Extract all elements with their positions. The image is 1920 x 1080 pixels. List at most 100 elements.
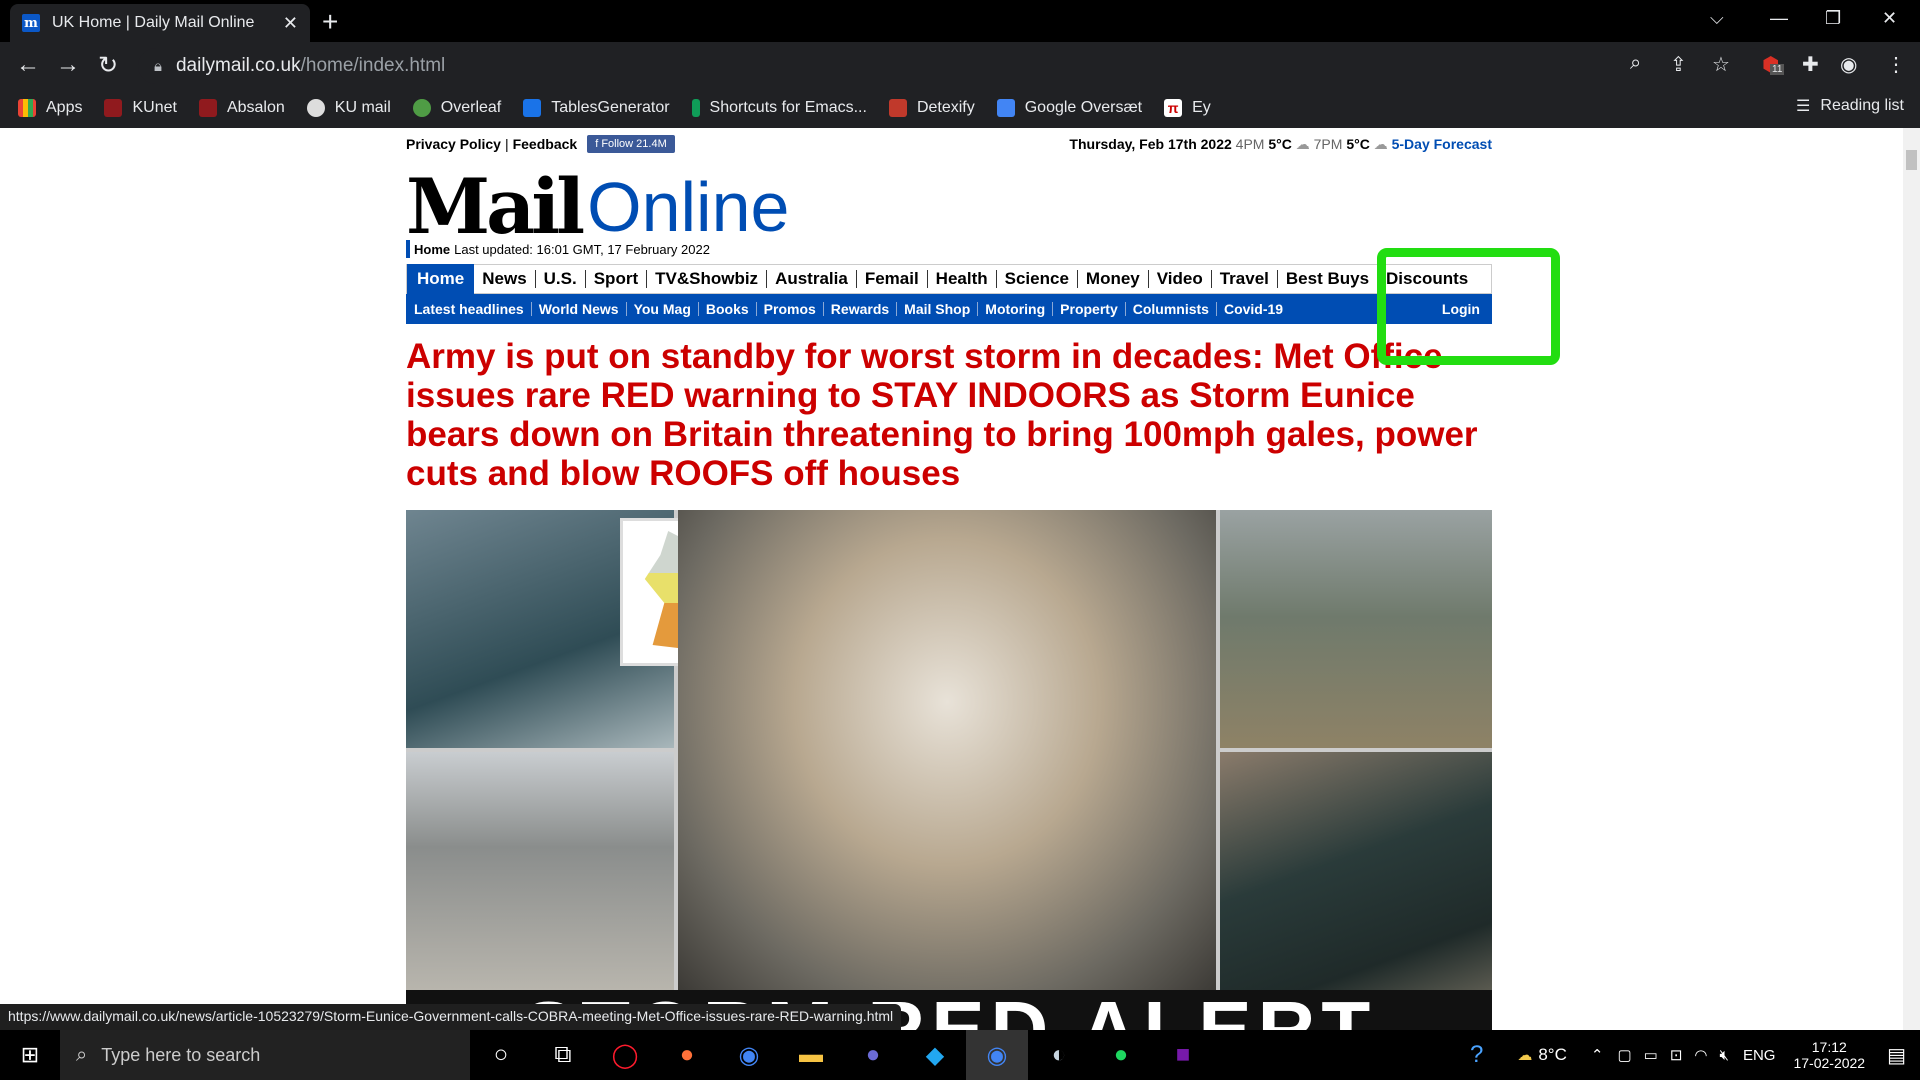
nav-us[interactable]: U.S. xyxy=(534,270,585,288)
clock[interactable]: 17:12 17-02-2022 xyxy=(1793,1039,1865,1071)
close-window-icon[interactable]: ✕ xyxy=(1882,8,1897,29)
scrollbar-thumb[interactable] xyxy=(1906,150,1917,170)
nav2-motoring[interactable]: Motoring xyxy=(977,302,1052,316)
menu-dots-icon[interactable]: ⋮ xyxy=(1886,52,1906,77)
reading-list-button[interactable]: ☰ Reading list xyxy=(1796,96,1904,116)
task-view-icon[interactable]: ⧉ xyxy=(532,1030,594,1080)
sheep-bus-shelter-photo[interactable] xyxy=(1220,510,1492,748)
nav-sport[interactable]: Sport xyxy=(584,270,646,288)
steam-icon[interactable]: ◐ xyxy=(1028,1030,1090,1080)
battery-icon[interactable]: ▭ xyxy=(1644,1046,1658,1064)
taskbar-search[interactable]: ⌕ Type here to search xyxy=(60,1030,470,1080)
nav2-mail-shop[interactable]: Mail Shop xyxy=(896,302,977,316)
nav2-you-mag[interactable]: You Mag xyxy=(625,302,698,316)
nav-travel[interactable]: Travel xyxy=(1210,270,1277,288)
bookmark-label: Ey xyxy=(1192,99,1211,116)
cortana-icon[interactable]: ○ xyxy=(470,1030,532,1080)
volume-muted-icon[interactable]: 🔇︎ xyxy=(1720,1047,1729,1064)
bookmark-detexify[interactable]: Detexify xyxy=(888,99,975,117)
bookmark-ku-mail[interactable]: KU mail xyxy=(306,99,391,117)
start-button[interactable]: ⊞ xyxy=(0,1030,60,1080)
address-bar[interactable]: 🔒︎ dailymail.co.uk/home/index.html xyxy=(138,48,1768,84)
facebook-follow-button[interactable]: f Follow 21.4M xyxy=(587,135,675,153)
clock-date: 17-02-2022 xyxy=(1793,1055,1866,1071)
help-icon[interactable]: ? xyxy=(1470,1041,1483,1069)
bookmark-star-icon[interactable]: ☆ xyxy=(1712,52,1730,77)
nav-home[interactable]: Home xyxy=(407,264,475,294)
nav-best-buys[interactable]: Best Buys xyxy=(1276,270,1377,288)
overturned-lorry-photo[interactable] xyxy=(406,752,674,990)
nav-science[interactable]: Science xyxy=(995,270,1077,288)
file-explorer-icon[interactable]: ▬ xyxy=(780,1030,842,1080)
globe-icon xyxy=(306,99,325,117)
nav2-world-news[interactable]: World News xyxy=(530,302,626,316)
bookmark-overleaf[interactable]: Overleaf xyxy=(412,99,501,117)
nav-femail[interactable]: Femail xyxy=(855,270,927,288)
last-updated: Home Last updated: 16:01 GMT, 17 Februar… xyxy=(406,240,1492,258)
tray-device-icon[interactable]: ▢ xyxy=(1617,1046,1631,1064)
extensions-puzzle-icon[interactable]: ✚ xyxy=(1802,52,1819,77)
feedback-link[interactable]: Feedback xyxy=(513,136,578,152)
new-tab-icon[interactable]: + xyxy=(322,6,338,38)
bookmark-apps[interactable]: Apps xyxy=(18,99,82,117)
gwr-train-photo[interactable] xyxy=(1220,752,1492,990)
nav-australia[interactable]: Australia xyxy=(766,270,856,288)
bookmark-tablesgenerator[interactable]: TablesGenerator xyxy=(523,99,670,117)
emacs-icon[interactable]: ● xyxy=(842,1030,904,1080)
nav2-property[interactable]: Property xyxy=(1052,302,1125,316)
weather-cloud-icon[interactable]: ☁ xyxy=(1517,1046,1532,1064)
nav-health[interactable]: Health xyxy=(926,270,996,288)
nav-video[interactable]: Video xyxy=(1147,270,1211,288)
share-icon[interactable]: ⇪ xyxy=(1670,52,1687,77)
tray-temperature[interactable]: 8°C xyxy=(1538,1045,1567,1065)
opera-icon[interactable]: ◯ xyxy=(594,1030,656,1080)
forward-icon[interactable]: → xyxy=(48,51,88,79)
forecast-link[interactable]: 5-Day Forecast xyxy=(1392,136,1492,152)
nav2-columnists[interactable]: Columnists xyxy=(1124,302,1216,316)
reload-icon[interactable]: ↻ xyxy=(88,51,128,80)
nav-money[interactable]: Money xyxy=(1076,270,1148,288)
zoom-icon[interactable]: ⌕ xyxy=(1630,52,1641,75)
vscode-icon[interactable]: ◆ xyxy=(904,1030,966,1080)
bookmark-ey[interactable]: π Ey xyxy=(1164,99,1211,117)
notifications-icon[interactable]: ▤ xyxy=(1887,1043,1906,1068)
nav2-covid[interactable]: Covid-19 xyxy=(1215,302,1290,316)
language-indicator[interactable]: ENG xyxy=(1743,1047,1776,1064)
mailonline-logo[interactable]: Mail Online xyxy=(406,166,1492,248)
onenote-icon[interactable]: ■ xyxy=(1152,1030,1214,1080)
page-scrollbar[interactable] xyxy=(1903,128,1920,1030)
bookmark-kunet[interactable]: KUnet xyxy=(104,99,177,117)
nav2-promos[interactable]: Promos xyxy=(755,302,823,316)
overleaf-icon xyxy=(412,99,431,117)
profile-avatar-icon[interactable]: ◉ xyxy=(1840,52,1857,77)
hero-image-collage[interactable]: STORM RED ALERT xyxy=(406,510,1492,1030)
firefox-icon[interactable]: ● xyxy=(656,1030,718,1080)
tray-chevron-icon[interactable]: ⌃ xyxy=(1591,1046,1604,1064)
nav-news[interactable]: News xyxy=(474,270,534,288)
weather-time-2: 7PM xyxy=(1313,135,1343,152)
wifi-icon[interactable]: ◠ xyxy=(1694,1046,1707,1064)
spotify-icon[interactable]: ● xyxy=(1090,1030,1152,1080)
privacy-policy-link[interactable]: Privacy Policy xyxy=(406,136,501,152)
storm-wave-photo[interactable] xyxy=(678,510,1216,990)
minimize-icon[interactable]: — xyxy=(1770,8,1788,29)
nav-tvshowbiz[interactable]: TV&Showbiz xyxy=(646,270,766,288)
bookmark-absalon[interactable]: Absalon xyxy=(198,99,285,117)
tab-search-icon[interactable]: ⌵ xyxy=(1710,8,1724,29)
fb-follow-label: Follow 21.4M xyxy=(601,138,667,150)
chrome-active-icon[interactable]: ◉ xyxy=(966,1030,1028,1080)
main-headline[interactable]: Army is put on standby for worst storm i… xyxy=(406,337,1492,493)
chrome-icon[interactable]: ◉ xyxy=(718,1030,780,1080)
nav2-books[interactable]: Books xyxy=(697,302,756,316)
back-icon[interactable]: ← xyxy=(8,51,48,79)
nav2-rewards[interactable]: Rewards xyxy=(822,302,896,316)
close-tab-icon[interactable]: ✕ xyxy=(283,13,298,34)
display-icon[interactable]: ⊡ xyxy=(1670,1046,1683,1064)
lock-icon[interactable]: 🔒︎ xyxy=(154,58,162,75)
nav2-latest-headlines[interactable]: Latest headlines xyxy=(414,302,531,316)
tab-active[interactable]: m UK Home | Daily Mail Online ✕ xyxy=(10,4,310,42)
bookmark-google-translate[interactable]: Google Oversæt xyxy=(996,99,1142,117)
bookmark-emacs[interactable]: Shortcuts for Emacs... xyxy=(691,99,867,117)
cloud-icon: ☁ xyxy=(1295,135,1310,152)
restore-icon[interactable]: ❐ xyxy=(1825,8,1841,29)
